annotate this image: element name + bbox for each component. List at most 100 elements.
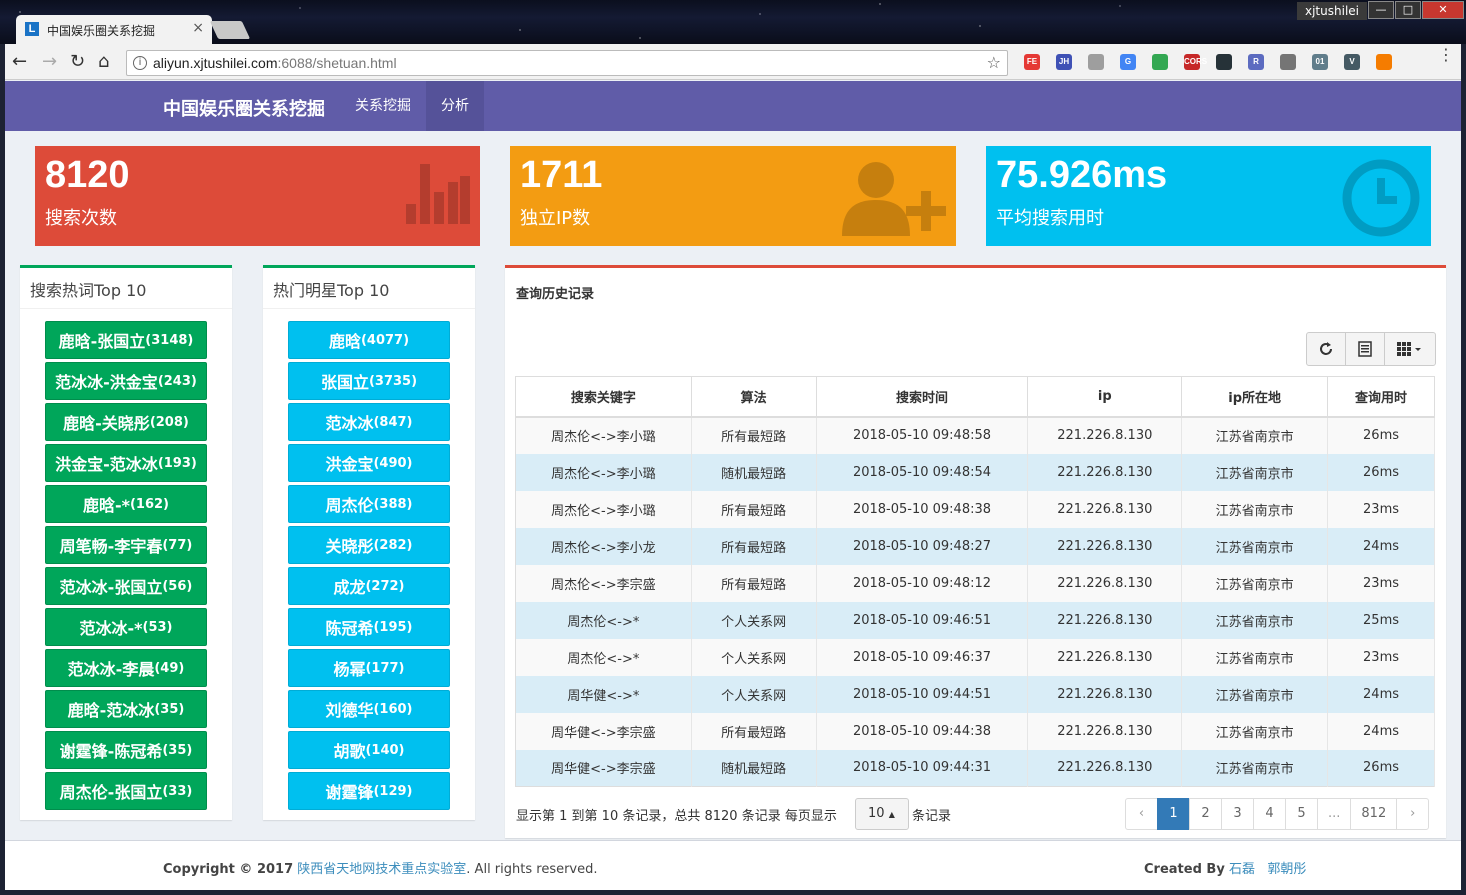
column-header[interactable]: 搜索关键字 [515,376,692,418]
hot-star-tag[interactable]: 张国立 (3735) [288,362,450,400]
extension-icon[interactable] [1216,54,1232,70]
hot-keyword-tag[interactable]: 周笔畅-李宇春 (77) [45,526,207,564]
hot-star-tag[interactable]: 成龙 (272) [288,567,450,605]
table-cell: 221.226.8.130 [1027,416,1183,454]
extension-icon[interactable]: G [1120,54,1136,70]
hot-star-tag[interactable]: 胡歌 (140) [288,731,450,769]
table-row[interactable]: 周华健<->* 个人关系网 2018-05-10 09:44:51 221.226.8… [515,675,1435,713]
extension-icon[interactable] [1152,54,1168,70]
minimize-button[interactable]: — [1368,1,1394,19]
columns-dropdown-button[interactable] [1385,333,1435,365]
table-row[interactable]: 周杰伦<->* 个人关系网 2018-05-10 09:46:37 221.226.8… [515,638,1435,676]
page-button[interactable]: 4 [1253,798,1286,830]
extension-icon[interactable] [1280,54,1296,70]
maximize-button[interactable]: □ [1395,1,1421,19]
hot-keywords-title: 搜索热词Top 10 [30,281,147,300]
hot-keyword-tag[interactable]: 范冰冰-* (53) [45,608,207,646]
page-button[interactable]: 3 [1221,798,1254,830]
hot-keyword-tag[interactable]: 范冰冰-李晨 (49) [45,649,207,687]
hot-star-tag[interactable]: 周杰伦 (388) [288,485,450,523]
page-button[interactable]: ... [1317,798,1352,830]
nav-link-relation-mining[interactable]: 关系挖掘 [340,81,426,131]
hot-keywords-list: 鹿晗-张国立 (3148) 范冰冰-洪金宝 (243) 鹿晗-关晓彤 (208) 洪金宝-范… [45,321,207,813]
extension-icon[interactable]: FE [1024,54,1040,70]
extension-icon[interactable] [1376,54,1392,70]
hot-keyword-tag[interactable]: 鹿晗-张国立 (3148) [45,321,207,359]
window-frame-bottom [0,890,1466,895]
tag-label: 谢霆锋 [325,783,374,802]
bookmark-star-icon[interactable]: ☆ [987,53,1001,72]
table-row[interactable]: 周杰伦<->李小龙 所有最短路 2018-05-10 09:48:27 221.226… [515,527,1435,565]
toggle-view-button[interactable] [1346,333,1385,365]
footer-org-link[interactable]: 陕西省天地网技术重点实验室 [297,862,466,877]
table-row[interactable]: 周华健<->李宗盛 随机最短路 2018-05-10 09:44:31 221.226… [515,749,1435,787]
column-header[interactable]: ip所在地 [1181,376,1329,418]
column-header[interactable]: 查询用时 [1327,376,1435,418]
home-icon[interactable]: ⌂ [98,52,109,72]
url-text[interactable]: aliyun.xjtushilei.com:6088/shetuan.html [153,55,397,71]
next-page-button[interactable]: › [1396,798,1430,830]
tag-count: (35) [162,742,193,758]
window-user-badge[interactable]: xjtushilei [1297,2,1367,20]
column-header[interactable]: 算法 [690,376,817,418]
close-window-button[interactable]: ✕ [1422,1,1464,19]
table-row[interactable]: 周杰伦<->李小璐 随机最短路 2018-05-10 09:48:54 221.226… [515,453,1435,491]
hot-keyword-tag[interactable]: 鹿晗-范冰冰 (35) [45,690,207,728]
refresh-button[interactable] [1307,333,1346,365]
hot-keyword-tag[interactable]: 谢霆锋-陈冠希 (35) [45,731,207,769]
page-button[interactable]: 812 [1350,798,1398,830]
table-row[interactable]: 周杰伦<->* 个人关系网 2018-05-10 09:46:51 221.226.8… [515,601,1435,639]
hot-star-tag[interactable]: 陈冠希 (195) [288,608,450,646]
author-link[interactable]: 石磊 [1229,862,1255,877]
table-row[interactable]: 周杰伦<->李宗盛 所有最短路 2018-05-10 09:48:12 221.226… [515,564,1435,602]
page-button[interactable]: 2 [1189,798,1222,830]
pagination-info: 显示第 1 到第 10 条记录，总共 8120 条记录 每页显示 [516,809,837,824]
tab-close-icon[interactable]: × [192,20,204,36]
extension-icon[interactable]: JH [1056,54,1072,70]
table-row[interactable]: 周杰伦<->李小璐 所有最短路 2018-05-10 09:48:38 221.226… [515,490,1435,528]
table-row[interactable]: 周华健<->李宗盛 所有最短路 2018-05-10 09:44:38 221.226… [515,712,1435,750]
hot-keyword-tag[interactable]: 鹿晗-* (162) [45,485,207,523]
reload-icon[interactable]: ↻ [70,52,85,72]
hot-star-tag[interactable]: 刘德华 (160) [288,690,450,728]
nav-link-analysis[interactable]: 分析 [426,81,484,131]
hot-star-tag[interactable]: 洪金宝 (490) [288,444,450,482]
hot-star-tag[interactable]: 鹿晗 (4077) [288,321,450,359]
hot-star-tag[interactable]: 谢霆锋 (129) [288,772,450,810]
table-cell: 26ms [1327,453,1435,491]
author-link[interactable]: 郭朝彤 [1267,862,1306,877]
tag-label: 鹿晗-* [82,496,130,515]
column-header[interactable]: ip [1027,376,1183,418]
site-brand[interactable]: 中国娱乐圈关系挖掘 [163,95,325,121]
stat-box-searches: 8120 搜索次数 [35,146,480,246]
extension-icon[interactable]: R [1248,54,1264,70]
page-button[interactable]: 1 [1157,798,1190,830]
table-row[interactable]: 周杰伦<->李小璐 所有最短路 2018-05-10 09:48:58 221.226… [515,416,1435,454]
table-cell: 23ms [1327,490,1435,528]
extension-icon[interactable] [1088,54,1104,70]
address-bar[interactable]: i aliyun.xjtushilei.com:6088/shetuan.htm… [126,50,1008,76]
back-arrow-icon[interactable]: ← [12,52,27,72]
hot-keyword-tag[interactable]: 周杰伦-张国立 (33) [45,772,207,810]
page-size-select[interactable]: 10 ▲ [855,798,909,830]
hot-keyword-tag[interactable]: 范冰冰-洪金宝 (243) [45,362,207,400]
hot-star-tag[interactable]: 范冰冰 (847) [288,403,450,441]
browser-tab[interactable]: L 中国娱乐圈关系挖掘 × [16,15,212,44]
prev-page-button[interactable]: ‹ [1125,798,1158,830]
tag-label: 鹿晗 [328,332,361,351]
tag-label: 洪金宝-范冰冰 [55,455,158,474]
forward-arrow-icon[interactable]: → [42,52,57,72]
hot-keyword-tag[interactable]: 鹿晗-关晓彤 (208) [45,403,207,441]
hot-star-tag[interactable]: 关晓彤 (282) [288,526,450,564]
extension-icon[interactable]: CORS [1184,54,1207,70]
hot-keyword-tag[interactable]: 洪金宝-范冰冰 (193) [45,444,207,482]
browser-menu-icon[interactable]: ⋮ [1438,47,1454,63]
hot-star-tag[interactable]: 杨幂 (177) [288,649,450,687]
extension-icon[interactable]: V [1344,54,1360,70]
page-button[interactable]: 5 [1285,798,1318,830]
extension-icon[interactable]: 01 [1312,54,1328,70]
table-cell: 2018-05-10 09:48:27 [816,527,1029,565]
info-icon[interactable]: i [133,56,147,70]
hot-keyword-tag[interactable]: 范冰冰-张国立 (56) [45,567,207,605]
column-header[interactable]: 搜索时间 [815,376,1029,418]
